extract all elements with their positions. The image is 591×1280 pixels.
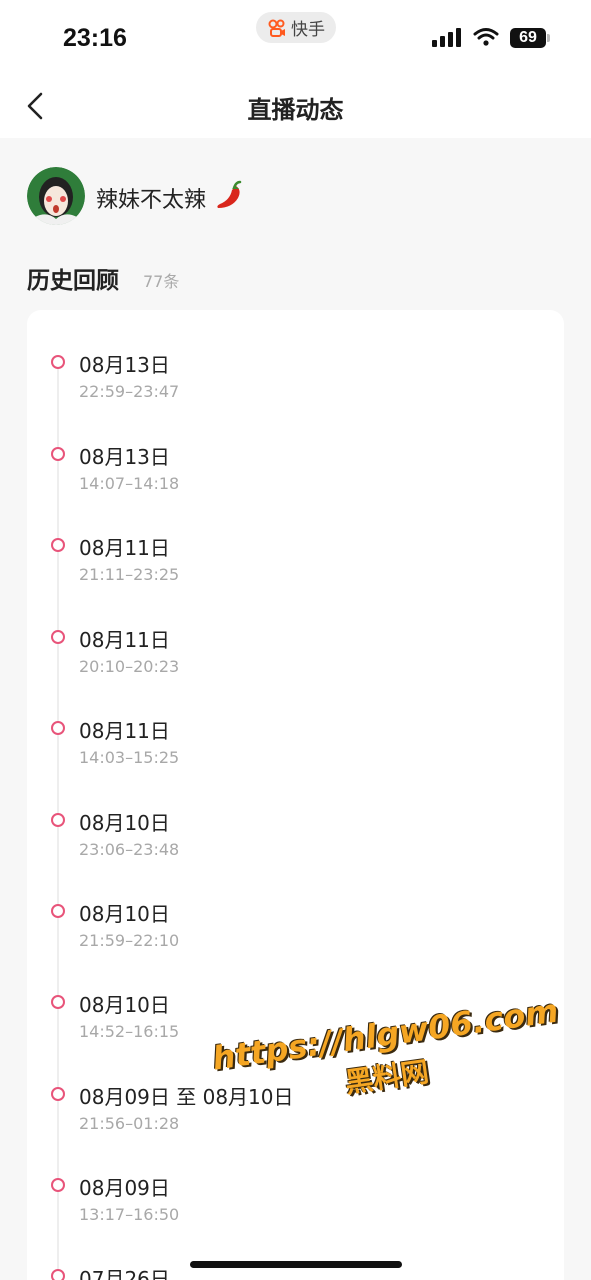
avatar-illustration: [27, 167, 85, 225]
entry-date: 08月13日: [79, 353, 170, 377]
battery-tip: [547, 34, 550, 42]
timeline-dot: [51, 630, 65, 644]
entry-date: 07月26日: [79, 1267, 170, 1280]
entry-time: 14:03–15:25: [79, 748, 180, 767]
history-section-title: 历史回顾: [27, 268, 119, 294]
timeline-dot: [51, 1178, 65, 1192]
nav-header: 直播动态: [0, 72, 591, 138]
app-pill-label: 快手: [291, 20, 325, 40]
return-to-app-pill[interactable]: 快手: [256, 12, 336, 43]
entry-date: 08月10日: [79, 993, 170, 1017]
timeline-dot: [51, 995, 65, 1009]
kuaishou-logo-icon: [268, 19, 285, 37]
history-entry[interactable]: 08月09日 13:17–16:50: [27, 1170, 564, 1250]
history-count: 77条: [143, 272, 180, 291]
history-entry[interactable]: 08月11日 14:03–15:25: [27, 713, 564, 793]
entry-time: 14:52–16:15: [79, 1022, 180, 1041]
timeline-dot: [51, 721, 65, 735]
wifi-icon: [473, 28, 499, 46]
entry-date: 08月13日: [79, 445, 170, 469]
entry-time: 21:59–22:10: [79, 931, 180, 950]
entry-date: 08月11日: [79, 719, 170, 743]
entry-date: 08月11日: [79, 536, 170, 560]
home-indicator[interactable]: [190, 1261, 402, 1268]
entry-time: 21:11–23:25: [79, 565, 180, 584]
timeline-dot: [51, 447, 65, 461]
timeline-dot: [51, 1087, 65, 1101]
timeline-dot: [51, 355, 65, 369]
history-entry[interactable]: 08月10日 23:06–23:48: [27, 805, 564, 885]
entry-time: 14:07–14:18: [79, 474, 180, 493]
entry-time: 21:56–01:28: [79, 1114, 180, 1133]
timeline-dot: [51, 538, 65, 552]
entry-date: 08月10日: [79, 902, 170, 926]
page-title: 直播动态: [247, 96, 344, 124]
timeline-dot: [51, 1269, 65, 1280]
timeline-dot: [51, 904, 65, 918]
entry-date: 08月11日: [79, 628, 170, 652]
username: 辣妹不太辣: [96, 188, 207, 213]
history-entry[interactable]: 08月11日 21:11–23:25: [27, 530, 564, 610]
entry-time: 22:59–23:47: [79, 382, 180, 401]
status-time: 23:16: [63, 24, 127, 52]
entry-time: 13:17–16:50: [79, 1205, 180, 1224]
avatar[interactable]: [27, 167, 85, 225]
entry-date: 08月10日: [79, 811, 170, 835]
history-entry[interactable]: 08月13日 14:07–14:18: [27, 439, 564, 519]
battery-indicator: 69: [510, 28, 546, 48]
history-entry[interactable]: 08月10日 21:59–22:10: [27, 896, 564, 976]
history-entry[interactable]: 08月13日 22:59–23:47: [27, 347, 564, 427]
entry-date: 08月09日: [79, 1176, 170, 1200]
entry-time: 20:10–20:23: [79, 657, 180, 676]
history-entry[interactable]: 08月11日 20:10–20:23: [27, 622, 564, 702]
timeline-dot: [51, 813, 65, 827]
status-bar: 23:16 快手 69: [0, 0, 591, 72]
cellular-signal-icon: [432, 28, 461, 47]
chili-pepper-icon: [217, 180, 242, 208]
entry-time: 23:06–23:48: [79, 840, 180, 859]
